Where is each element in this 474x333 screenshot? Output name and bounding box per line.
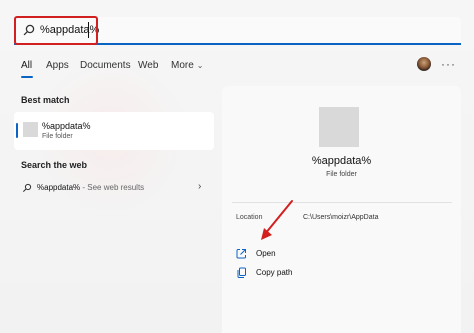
open-external-icon [236, 249, 246, 259]
open-label: Open [256, 249, 276, 258]
tab-more-label: More [171, 60, 194, 71]
location-value: C:\Users\moizr\AppData [303, 214, 379, 221]
tab-all[interactable]: All [21, 60, 32, 72]
folder-preview-icon [319, 107, 359, 147]
copy-icon [237, 267, 246, 278]
tab-more[interactable]: More ⌄ [171, 60, 204, 72]
search-icon [23, 183, 32, 192]
annotation-arrow [261, 200, 293, 240]
more-options-icon[interactable]: ··· [441, 57, 456, 71]
web-result-item[interactable]: %appdata% - See web results [37, 183, 144, 192]
web-result-query: %appdata% [37, 183, 81, 192]
active-tab-indicator [21, 76, 33, 78]
search-web-heading: Search the web [21, 160, 88, 170]
tab-apps[interactable]: Apps [46, 60, 69, 72]
selection-indicator [16, 123, 18, 138]
tab-documents[interactable]: Documents [80, 60, 131, 72]
chevron-right-icon[interactable]: › [198, 181, 201, 192]
avatar[interactable] [417, 57, 431, 71]
best-match-result[interactable] [14, 112, 214, 150]
best-match-subtitle: File folder [42, 133, 73, 140]
preview-subtitle: File folder [326, 171, 357, 178]
best-match-title: %appdata% [42, 121, 91, 131]
chevron-down-icon: ⌄ [196, 61, 204, 70]
folder-icon [23, 122, 38, 137]
tab-web[interactable]: Web [138, 60, 158, 72]
preview-title: %appdata% [311, 155, 372, 167]
annotation-highlight-box [14, 16, 98, 45]
copy-path-label: Copy path [256, 268, 293, 277]
web-result-suffix: - See web results [80, 183, 145, 192]
best-match-heading: Best match [21, 95, 70, 105]
